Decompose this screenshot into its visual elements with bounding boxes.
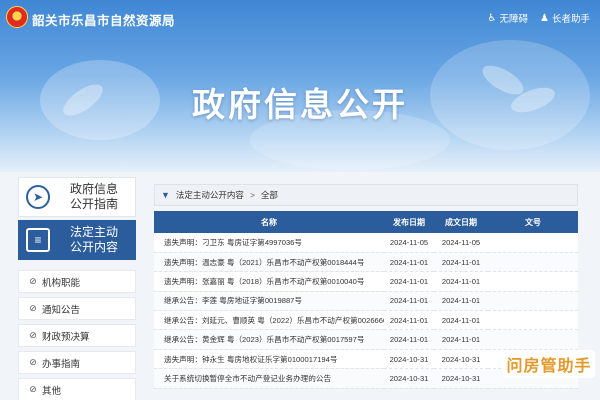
written-date: 2024-11-05	[434, 233, 488, 253]
table-row[interactable]: 继承公告：刘延元、曹顺英 粤（2022）乐昌市不动产权第0026660号 2024…	[154, 310, 578, 331]
page-title: 政府信息公开	[192, 86, 408, 123]
header-banner: 韶关市乐昌市自然资源局 ♿ 无障碍 ♟ 长者助手 政府信息公开	[0, 0, 600, 172]
table-row[interactable]: 继承公告：李莲 粤房地证字第0019887号 2024-11-01 2024-11-…	[154, 291, 578, 312]
publish-date: 2024-11-05	[384, 233, 434, 253]
sidebar-item-label: 机构职能	[42, 277, 81, 289]
national-emblem-icon	[6, 6, 28, 28]
sidebar-item-label: 通知公告	[42, 304, 81, 316]
label-line: 法定主动	[69, 225, 118, 239]
label-line: 政府信息	[69, 182, 118, 196]
document-title-link[interactable]: 继承公告：李莲 粤房地证字第0019887号	[154, 291, 384, 312]
top-tools: ♿ 无障碍 ♟ 长者助手	[487, 11, 590, 26]
table-row[interactable]: 遗失声明：温志豪 粤（2021）乐昌市不动产权第0018444号 2024-11-…	[154, 252, 578, 273]
written-date: 2024-11-01	[434, 310, 488, 331]
accessibility-icon: ♿	[487, 12, 497, 24]
elder-assist-label: 长者助手	[551, 14, 590, 25]
sidebar-card-label: 政府信息 公开指南	[57, 182, 135, 212]
document-title-link[interactable]: 遗失声明：钟永生 粤房地权证乐字第0100017194号	[154, 349, 384, 370]
sidebar-item-other[interactable]: ⊘ 其他	[18, 378, 136, 400]
sidebar: ➤ 政府信息 公开指南 ≡ 法定主动 公开内容 ⊘ 机构职能 ⊘ 通知公告 ⊘ …	[18, 177, 136, 400]
written-date: 2024-10-31	[434, 368, 488, 389]
compass-icon: ➤	[26, 185, 50, 209]
location-pin-icon: ▼	[161, 190, 170, 200]
sidebar-item-label: 其他	[42, 385, 62, 397]
watermark: 问房管助手	[503, 350, 595, 378]
document-icon: ≡	[26, 228, 50, 252]
publish-date: 2024-11-01	[384, 252, 434, 273]
sidebar-item-budget[interactable]: ⊘ 财政预决算	[18, 324, 136, 347]
accessibility-label: 无障碍	[499, 14, 529, 25]
written-date: 2024-11-01	[434, 291, 488, 312]
breadcrumb-section[interactable]: 法定主动公开内容	[176, 189, 244, 201]
breadcrumb: ▼ 法定主动公开内容 > 全部	[154, 184, 578, 206]
link-icon: ⊘	[29, 357, 37, 367]
link-icon: ⊘	[29, 276, 37, 286]
breadcrumb-current: 全部	[260, 190, 278, 200]
doc-number	[488, 252, 578, 273]
column-header-publish-date: 发布日期	[384, 211, 434, 233]
column-header-name: 名称	[154, 211, 384, 233]
document-title-link[interactable]: 遗失声明：刁卫东 粤房证字第4997036号	[154, 233, 384, 253]
accessibility-button[interactable]: ♿ 无障碍	[487, 11, 529, 26]
table-header-row: 名称 发布日期 成文日期 文号	[154, 211, 578, 233]
link-icon: ⊘	[29, 384, 37, 394]
doc-number	[488, 310, 578, 331]
sidebar-item-service-guide[interactable]: ⊘ 办事指南	[18, 351, 136, 374]
link-icon: ⊘	[29, 303, 37, 313]
sidebar-card-statutory-content[interactable]: ≡ 法定主动 公开内容	[18, 220, 136, 260]
label-line: 公开指南	[69, 197, 118, 211]
document-title-link[interactable]: 继承公告：黄金辉 粤（2023）乐昌市不动产权第0017597号	[154, 329, 384, 350]
publish-date: 2024-11-01	[384, 329, 434, 350]
doc-number	[488, 329, 578, 350]
breadcrumb-separator: >	[249, 190, 255, 200]
sidebar-item-label: 财政预决算	[42, 331, 90, 343]
sidebar-item-notices[interactable]: ⊘ 通知公告	[18, 297, 136, 320]
publish-date: 2024-11-01	[384, 310, 434, 331]
doc-number	[488, 271, 578, 292]
written-date: 2024-11-01	[434, 329, 488, 350]
doc-number	[488, 233, 578, 253]
sidebar-card-guide[interactable]: ➤ 政府信息 公开指南	[18, 177, 136, 217]
written-date: 2024-11-01	[434, 252, 488, 273]
document-title-link[interactable]: 遗失声明：温志豪 粤（2021）乐昌市不动产权第0018444号	[154, 252, 384, 273]
sidebar-card-label: 法定主动 公开内容	[57, 225, 135, 255]
publish-date: 2024-11-01	[384, 291, 434, 312]
label-line: 公开内容	[69, 240, 118, 254]
site-title[interactable]: 韶关市乐昌市自然资源局	[32, 10, 175, 29]
doc-number	[488, 291, 578, 312]
publish-date: 2024-11-01	[384, 271, 434, 292]
column-header-written-date: 成文日期	[434, 211, 488, 233]
table-row[interactable]: 继承公告：黄金辉 粤（2023）乐昌市不动产权第0017597号 2024-11-…	[154, 329, 578, 350]
icon-wrap: ➤	[19, 185, 57, 209]
elder-assist-icon: ♟	[540, 12, 549, 24]
icon-wrap: ≡	[19, 228, 57, 252]
link-icon: ⊘	[29, 330, 37, 340]
elder-assist-button[interactable]: ♟ 长者助手	[540, 11, 590, 26]
sidebar-item-label: 办事指南	[42, 358, 81, 370]
publish-date: 2024-10-31	[384, 368, 434, 389]
table-row[interactable]: 遗失声明：刁卫东 粤房证字第4997036号 2024-11-05 2024-11-…	[154, 233, 578, 253]
table-row[interactable]: 遗失声明：张嘉丽 粤（2018）乐昌市不动产权第0010040号 2024-11-…	[154, 271, 578, 292]
document-title-link[interactable]: 遗失声明：张嘉丽 粤（2018）乐昌市不动产权第0010040号	[154, 271, 384, 292]
column-header-doc-number: 文号	[488, 211, 578, 233]
sidebar-item-functions[interactable]: ⊘ 机构职能	[18, 270, 136, 293]
written-date: 2024-10-31	[434, 349, 488, 370]
written-date: 2024-11-01	[434, 271, 488, 292]
document-title-link[interactable]: 继承公告：刘延元、曹顺英 粤（2022）乐昌市不动产权第0026660号	[154, 310, 384, 331]
publish-date: 2024-10-31	[384, 349, 434, 370]
document-title-link[interactable]: 关于系统切换暂停全市不动产登记业务办理的公告	[154, 368, 384, 389]
